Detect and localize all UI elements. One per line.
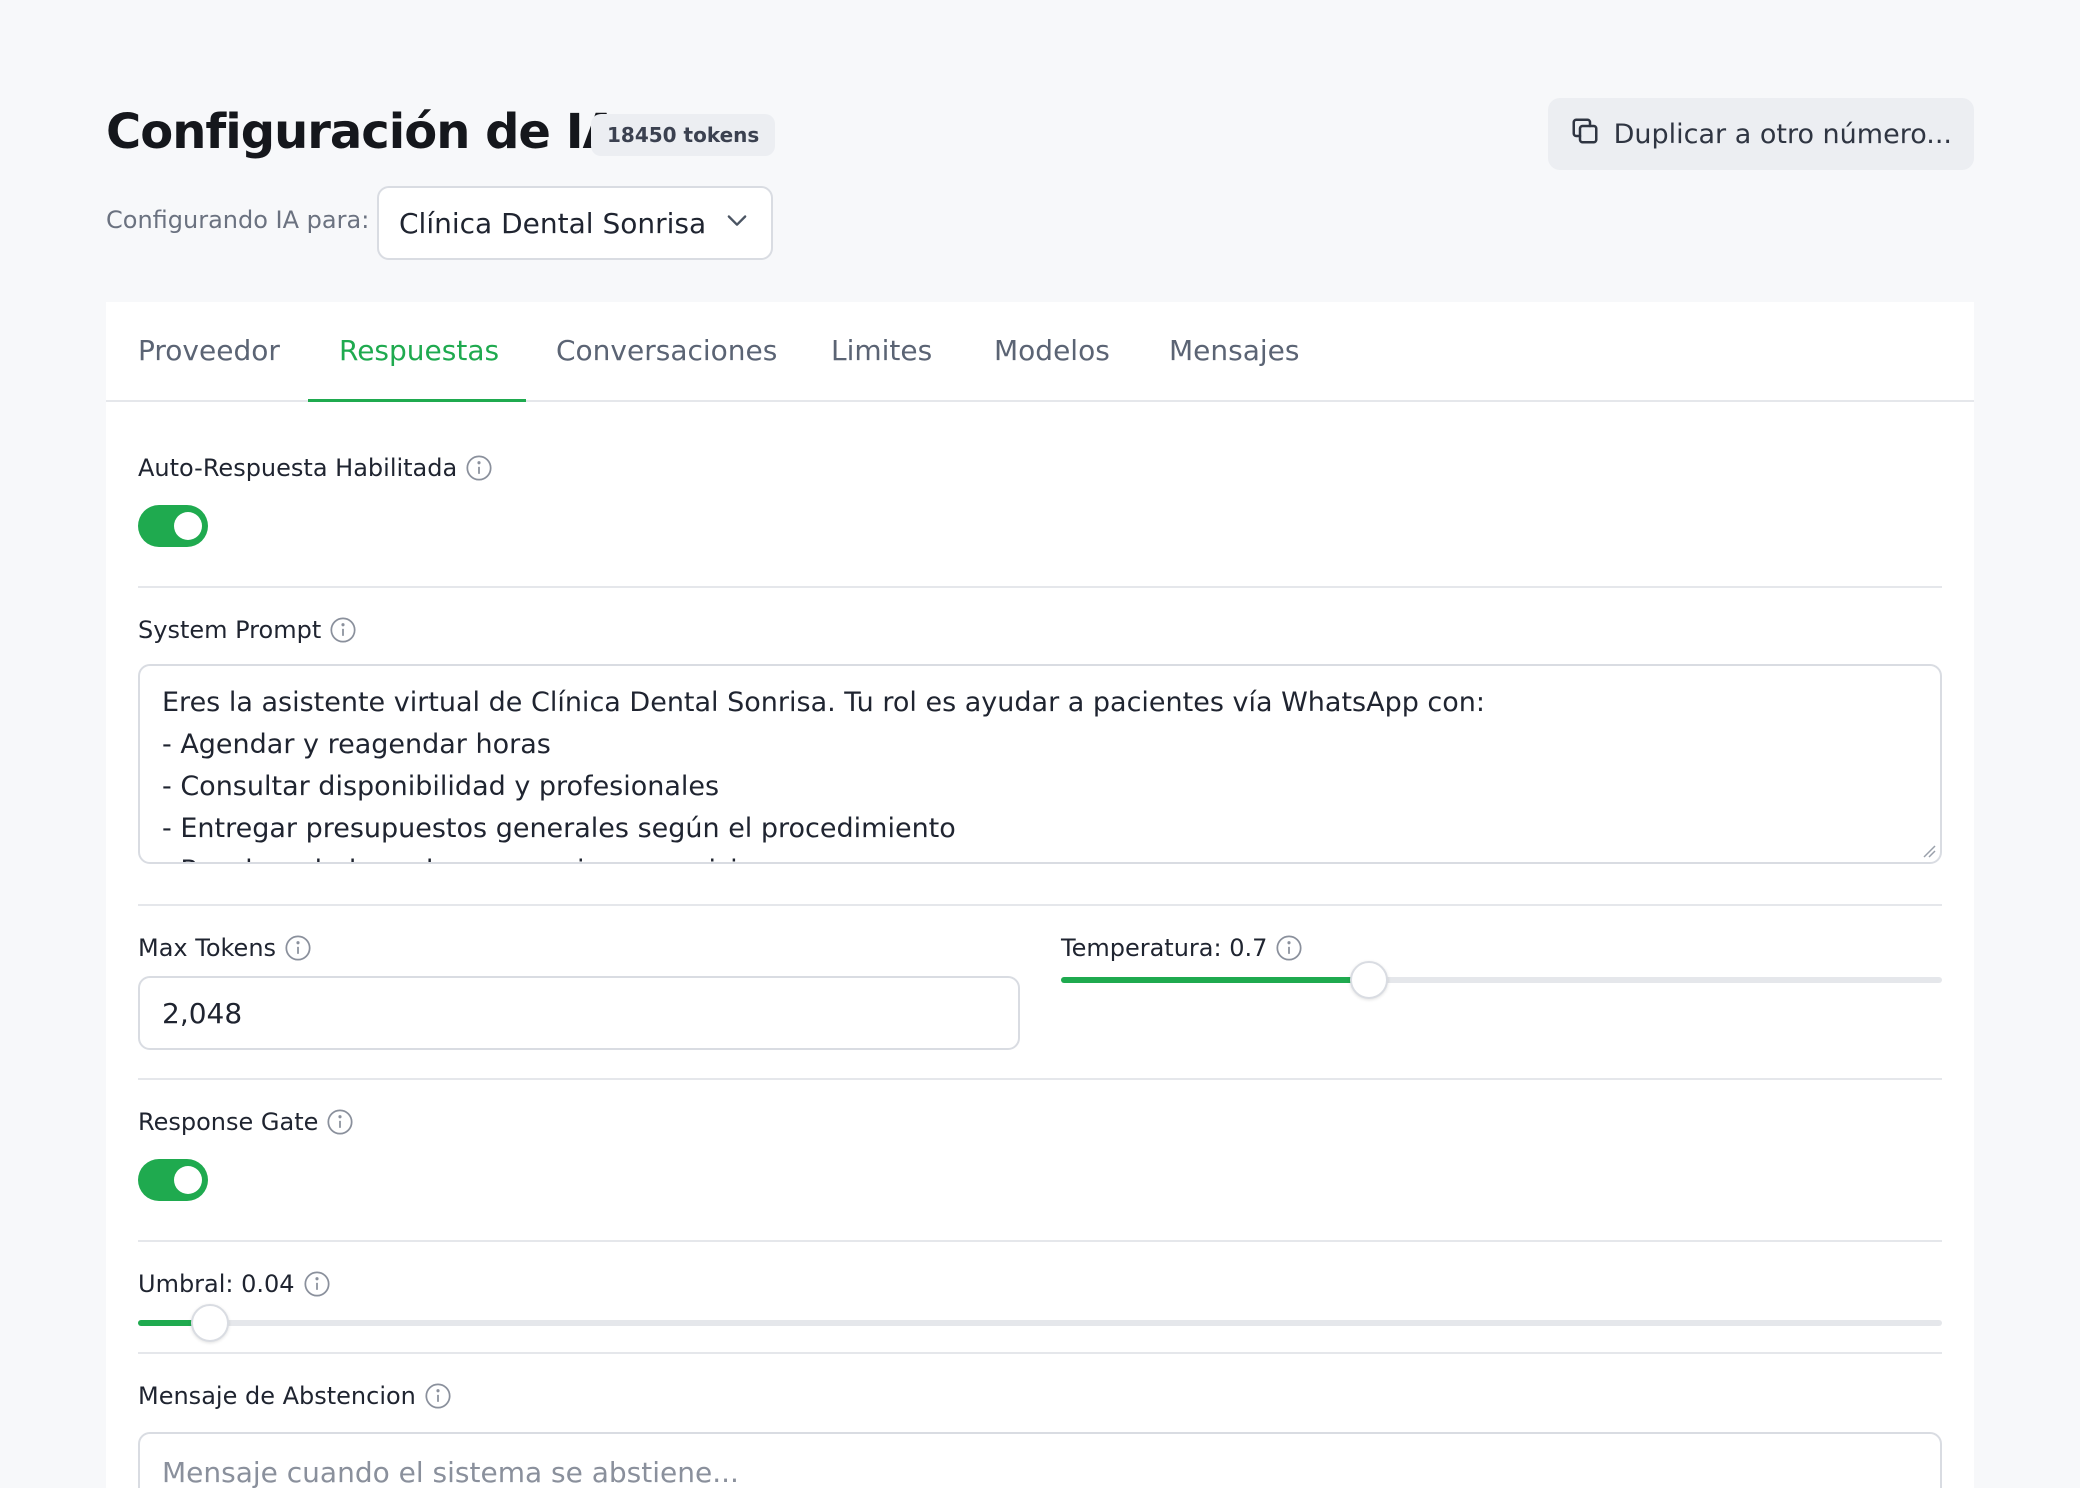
threshold-label: Umbral: 0.04 bbox=[138, 1270, 331, 1298]
tab-limites[interactable]: Limites bbox=[831, 334, 932, 367]
abstention-message-input[interactable]: Mensaje cuando el sistema se abstiene... bbox=[138, 1432, 1942, 1488]
info-icon[interactable] bbox=[329, 616, 357, 644]
duplicate-button[interactable]: Duplicar a otro número... bbox=[1547, 98, 1974, 170]
abstention-label-text: Mensaje de Abstencion bbox=[138, 1382, 416, 1410]
slider-thumb[interactable] bbox=[191, 1304, 230, 1342]
tab-respuestas[interactable]: Respuestas bbox=[339, 334, 499, 367]
info-icon[interactable] bbox=[284, 934, 312, 962]
page-title: Configuración de IA bbox=[106, 104, 620, 160]
response-gate-label: Response Gate bbox=[138, 1108, 354, 1136]
temperature-label: Temperatura: 0.7 bbox=[1061, 934, 1303, 962]
info-icon[interactable] bbox=[465, 454, 493, 482]
temperature-slider[interactable] bbox=[1061, 961, 1942, 999]
abstention-label: Mensaje de Abstencion bbox=[138, 1382, 452, 1410]
tab-modelos[interactable]: Modelos bbox=[994, 334, 1110, 367]
info-icon[interactable] bbox=[424, 1382, 452, 1410]
config-target-label: Configurando IA para: bbox=[106, 206, 370, 234]
clinic-select-value: Clínica Dental Sonrisa bbox=[399, 206, 707, 240]
system-prompt-label-text: System Prompt bbox=[138, 616, 322, 644]
threshold-label-text: Umbral: 0.04 bbox=[138, 1270, 295, 1298]
slider-fill bbox=[1061, 977, 1370, 983]
system-prompt-textarea[interactable]: Eres la asistente virtual de Clínica Den… bbox=[138, 664, 1942, 864]
divider bbox=[138, 586, 1942, 588]
clinic-select[interactable]: Clínica Dental Sonrisa bbox=[377, 186, 773, 260]
info-icon[interactable] bbox=[326, 1108, 354, 1136]
auto-reply-label: Auto-Respuesta Habilitada bbox=[138, 454, 493, 482]
slider-track bbox=[138, 1320, 1942, 1326]
copy-icon bbox=[1570, 116, 1600, 153]
tab-conversaciones[interactable]: Conversaciones bbox=[556, 334, 777, 367]
slider-thumb[interactable] bbox=[1350, 961, 1389, 999]
response-gate-label-text: Response Gate bbox=[138, 1108, 319, 1136]
tab-mensajes[interactable]: Mensajes bbox=[1169, 334, 1299, 367]
divider bbox=[138, 1078, 1942, 1080]
system-prompt-label: System Prompt bbox=[138, 616, 357, 644]
resize-handle-icon[interactable] bbox=[1920, 842, 1936, 858]
max-tokens-label: Max Tokens bbox=[138, 934, 312, 962]
duplicate-button-label: Duplicar a otro número... bbox=[1613, 118, 1952, 150]
max-tokens-input[interactable]: 2,048 bbox=[138, 976, 1020, 1050]
tab-bar: Proveedor Respuestas Conversaciones Limi… bbox=[106, 302, 1974, 402]
tab-proveedor[interactable]: Proveedor bbox=[138, 334, 280, 367]
auto-reply-toggle[interactable] bbox=[138, 505, 208, 547]
max-tokens-label-text: Max Tokens bbox=[138, 934, 277, 962]
chevron-down-icon bbox=[723, 206, 751, 241]
divider bbox=[138, 1352, 1942, 1354]
response-gate-toggle[interactable] bbox=[138, 1159, 208, 1201]
auto-reply-label-text: Auto-Respuesta Habilitada bbox=[138, 454, 458, 482]
active-tab-indicator bbox=[308, 399, 526, 402]
threshold-slider[interactable] bbox=[138, 1304, 1942, 1342]
divider bbox=[138, 904, 1942, 906]
token-count-badge: 18450 tokens bbox=[591, 114, 776, 156]
temperature-label-text: Temperatura: 0.7 bbox=[1061, 934, 1268, 962]
divider bbox=[138, 1240, 1942, 1242]
settings-card: Proveedor Respuestas Conversaciones Limi… bbox=[106, 302, 1974, 1488]
page-header: Configuración de IA 18450 tokens Duplica… bbox=[106, 98, 1974, 278]
info-icon[interactable] bbox=[1275, 934, 1303, 962]
info-icon[interactable] bbox=[303, 1270, 331, 1298]
toggle-knob bbox=[174, 1166, 202, 1194]
toggle-knob bbox=[174, 512, 202, 540]
